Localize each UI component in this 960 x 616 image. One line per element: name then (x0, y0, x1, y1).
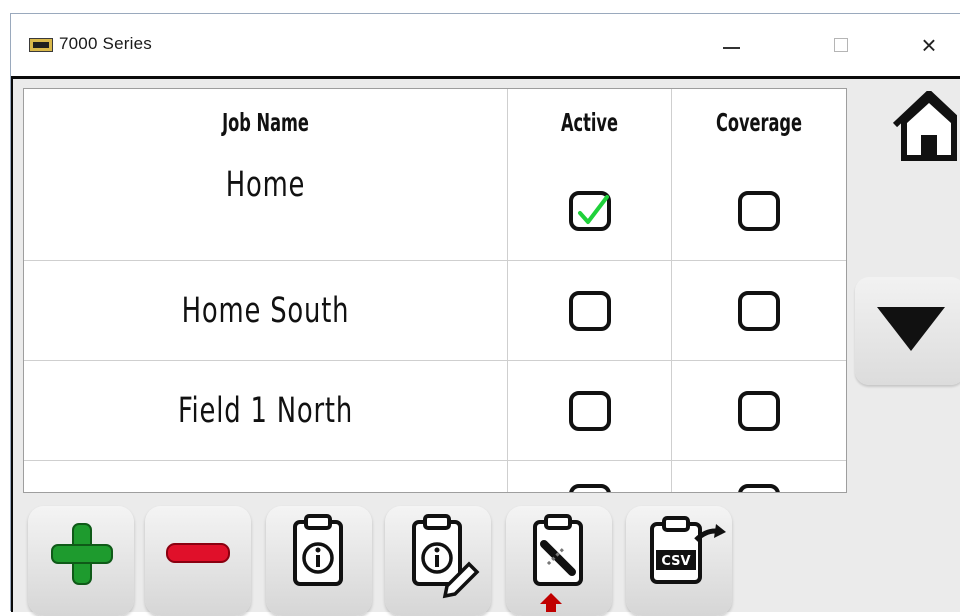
minimize-button[interactable] (701, 24, 761, 66)
checkmark-icon (578, 195, 609, 224)
active-checkbox[interactable] (569, 391, 611, 431)
table-row[interactable]: Field 2 East (24, 461, 846, 493)
job-info-button[interactable] (266, 506, 372, 616)
table-row[interactable]: Home (24, 155, 846, 261)
job-name: Home South (181, 290, 350, 331)
minimize-icon (722, 47, 740, 49)
app-window: 7000 Series × Job Name Active Coverage H… (10, 13, 960, 616)
job-name: Field 1 North (177, 390, 354, 431)
maximize-icon (834, 38, 848, 52)
home-button[interactable] (891, 88, 960, 161)
job-name: Field 2 East (67, 461, 463, 493)
coverage-checkbox[interactable] (738, 291, 780, 331)
header-job-name: Job Name (222, 107, 309, 137)
active-checkbox[interactable] (569, 191, 611, 231)
add-job-button[interactable] (28, 506, 134, 616)
app-logo-icon (29, 38, 53, 52)
table-row[interactable]: Home South (24, 261, 846, 361)
clipboard-info-edit-icon (412, 514, 480, 599)
table-row[interactable]: Field 1 North (24, 361, 846, 461)
jobs-table[interactable]: Job Name Active Coverage Home Home South (23, 88, 847, 493)
csv-label: CSV (661, 554, 690, 569)
clipboard-csv-export-icon: CSV (650, 516, 726, 584)
close-button[interactable]: × (899, 24, 959, 66)
coverage-checkbox[interactable] (738, 484, 780, 492)
job-manager-panel: Job Name Active Coverage Home Home South (11, 76, 960, 616)
header-active: Active (561, 107, 618, 137)
job-name: Home (225, 165, 306, 205)
active-checkbox[interactable] (569, 291, 611, 331)
minus-icon (166, 543, 230, 563)
delete-job-button[interactable] (145, 506, 251, 616)
header-coverage: Coverage (715, 107, 803, 137)
maximize-button[interactable] (811, 24, 871, 66)
home-icon (892, 88, 960, 161)
arrow-pointer-icon (540, 593, 562, 612)
clipboard-info-icon (293, 514, 343, 586)
export-csv-button[interactable]: CSV (626, 506, 732, 616)
coverage-checkbox[interactable] (738, 191, 780, 231)
edit-job-info-button[interactable] (385, 506, 491, 616)
plus-icon (51, 523, 113, 585)
table-header: Job Name Active Coverage (24, 89, 846, 155)
coverage-checkbox[interactable] (738, 391, 780, 431)
triangle-down-icon (877, 307, 945, 351)
active-checkbox[interactable] (569, 484, 611, 492)
title-bar[interactable]: 7000 Series × (11, 14, 960, 76)
scroll-down-button[interactable] (855, 277, 960, 385)
window-title: 7000 Series (59, 34, 152, 53)
